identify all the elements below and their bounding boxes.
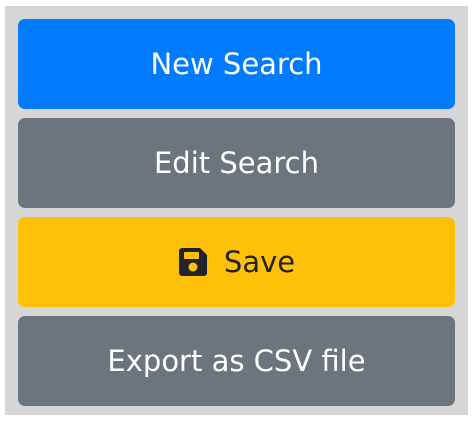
save-label: Save [223, 245, 296, 279]
save-icon [178, 247, 208, 277]
new-search-button[interactable]: New Search [18, 19, 455, 109]
edit-search-button[interactable]: Edit Search [18, 118, 455, 208]
export-csv-label: Export as CSV file [107, 344, 366, 378]
new-search-label: New Search [150, 47, 323, 81]
export-csv-button[interactable]: Export as CSV file [18, 316, 455, 406]
save-button[interactable]: Save [18, 217, 455, 307]
edit-search-label: Edit Search [153, 146, 319, 180]
search-actions-panel: New Search Edit Search Save Export as CS… [5, 6, 468, 415]
